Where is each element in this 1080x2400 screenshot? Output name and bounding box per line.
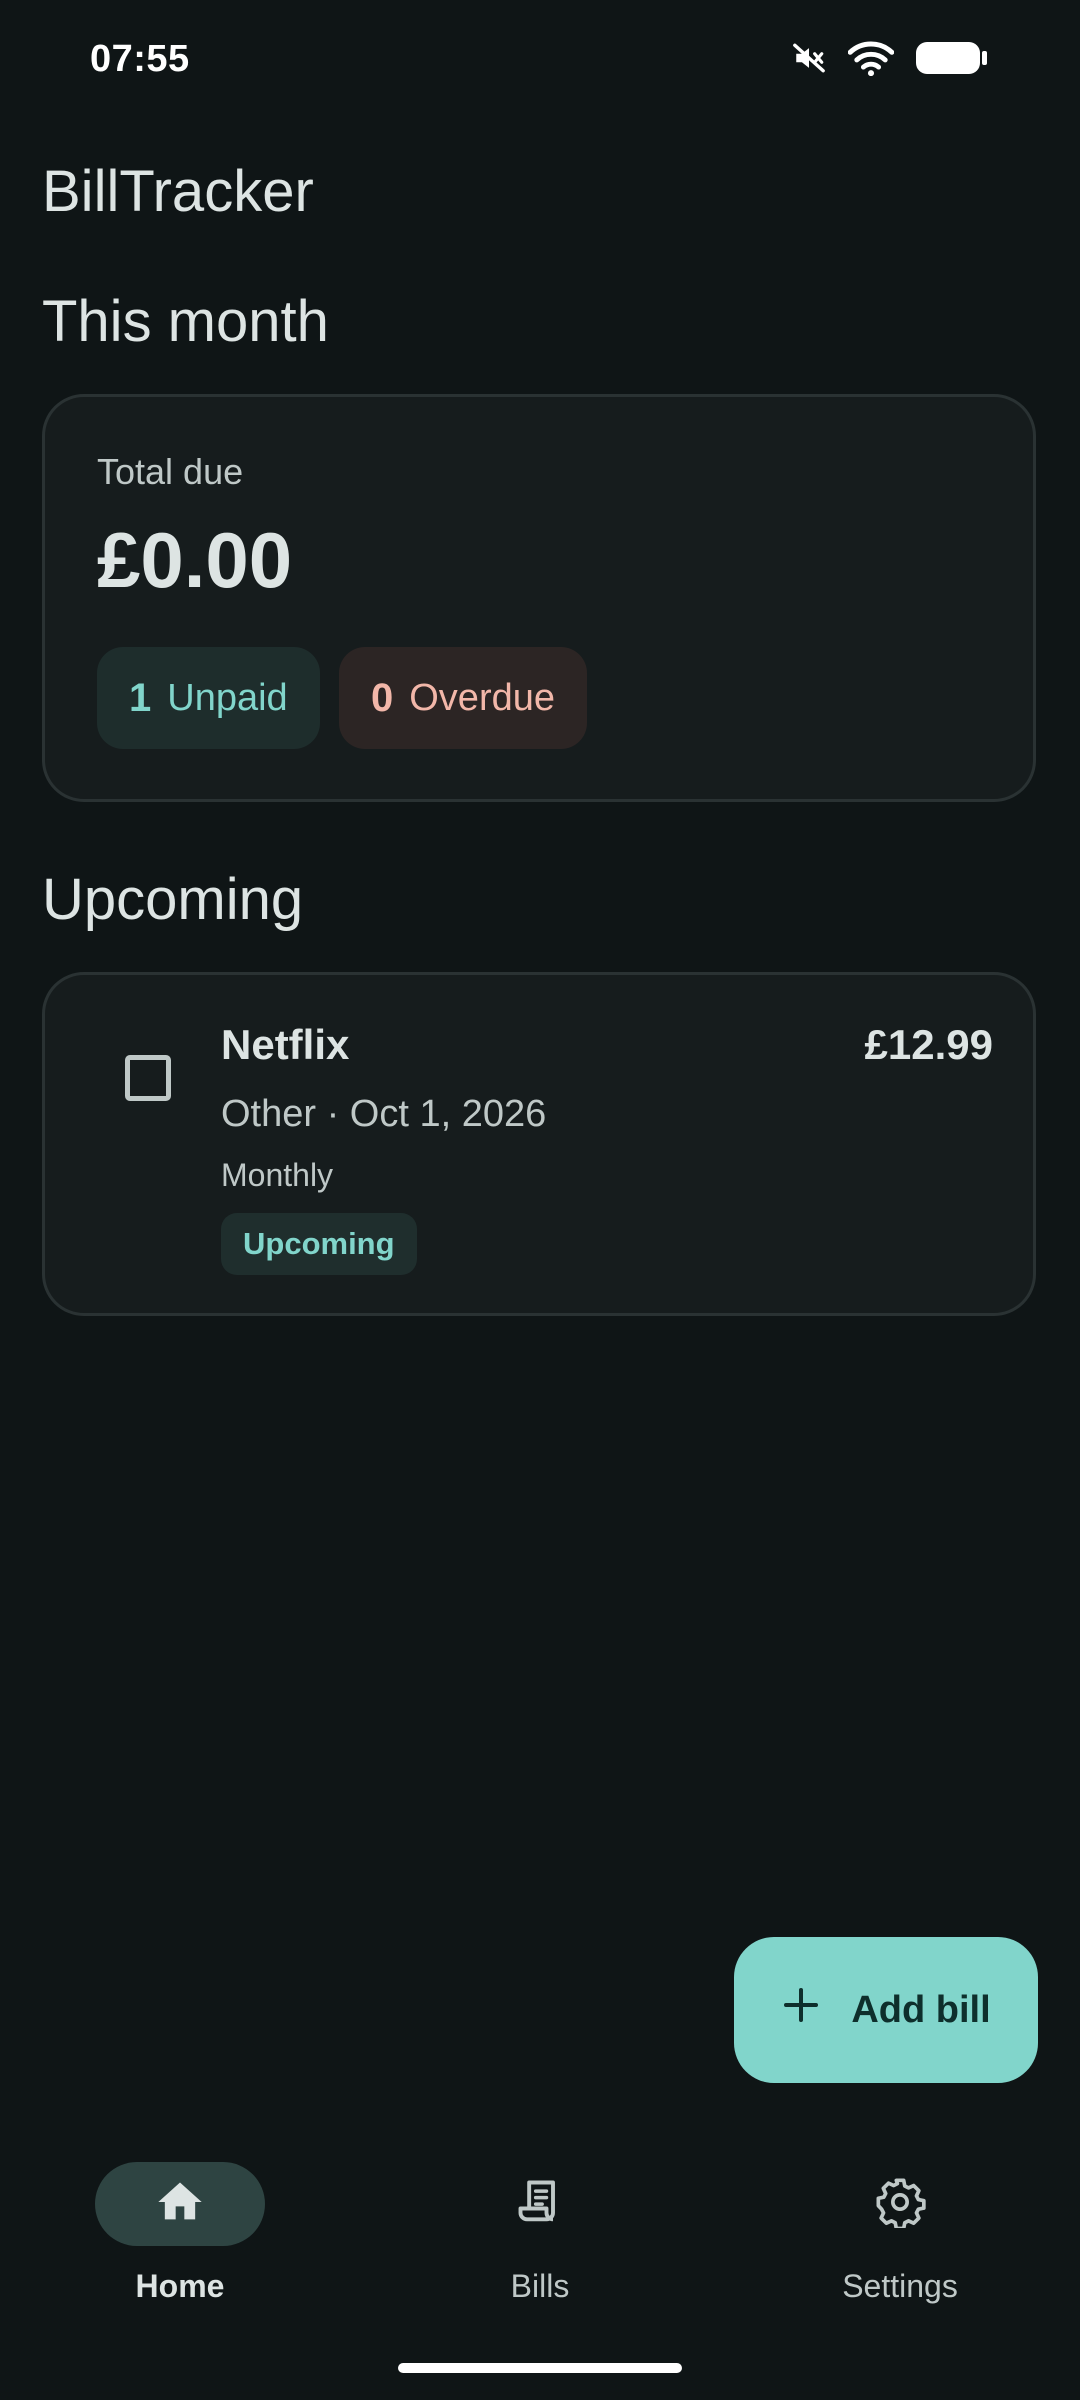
unpaid-label: Unpaid <box>167 676 288 719</box>
status-bar: 07:55 <box>0 0 1080 120</box>
overdue-count: 0 <box>371 675 394 720</box>
plus-icon <box>781 1985 821 2035</box>
overdue-label: Overdue <box>409 676 555 719</box>
bottom-navigation: Home Bills Settings <box>0 2140 1080 2400</box>
app-title: BillTracker <box>42 159 314 224</box>
receipt-icon <box>514 2176 566 2233</box>
bill-status-badge: Upcoming <box>221 1213 417 1275</box>
nav-label-settings: Settings <box>842 2268 958 2304</box>
unpaid-chip[interactable]: 1 Unpaid <box>97 647 320 749</box>
nav-label-bills: Bills <box>510 2268 570 2304</box>
section-title-this-month: This month <box>42 289 329 354</box>
add-bill-button[interactable]: Add bill <box>734 1937 1038 2083</box>
bill-frequency: Monthly <box>221 1157 334 1193</box>
unpaid-count: 1 <box>129 675 152 720</box>
bill-amount: £12.99 <box>864 1021 993 1068</box>
status-time: 07:55 <box>90 38 190 80</box>
overdue-chip[interactable]: 0 Overdue <box>339 647 587 749</box>
gear-icon <box>874 2176 926 2233</box>
wifi-icon <box>847 40 895 81</box>
bill-paid-checkbox[interactable] <box>125 1055 171 1101</box>
battery-icon <box>916 40 988 81</box>
bill-name: Netflix <box>221 1021 350 1068</box>
nav-item-bills[interactable]: Bills <box>360 2162 720 2305</box>
status-icons <box>792 40 988 81</box>
summary-card: Total due £0.00 1 Unpaid 0 Overdue <box>42 394 1036 802</box>
nav-bills-indicator <box>455 2162 625 2246</box>
mute-icon <box>792 41 826 80</box>
nav-label-home: Home <box>135 2268 225 2304</box>
nav-item-home[interactable]: Home <box>0 2162 360 2305</box>
section-title-upcoming: Upcoming <box>42 867 304 932</box>
nav-settings-indicator <box>815 2162 985 2246</box>
home-indicator-bar[interactable] <box>398 2363 682 2373</box>
nav-item-settings[interactable]: Settings <box>720 2162 1080 2305</box>
nav-home-indicator <box>95 2162 265 2246</box>
total-due-label: Total due <box>97 451 244 492</box>
bill-card[interactable]: Netflix £12.99 Other · Oct 1, 2026 Month… <box>42 972 1036 1316</box>
add-bill-label: Add bill <box>851 1988 991 2031</box>
total-due-amount: £0.00 <box>97 516 293 604</box>
home-icon <box>154 2176 206 2233</box>
bill-category-date: Other · Oct 1, 2026 <box>221 1093 547 1135</box>
